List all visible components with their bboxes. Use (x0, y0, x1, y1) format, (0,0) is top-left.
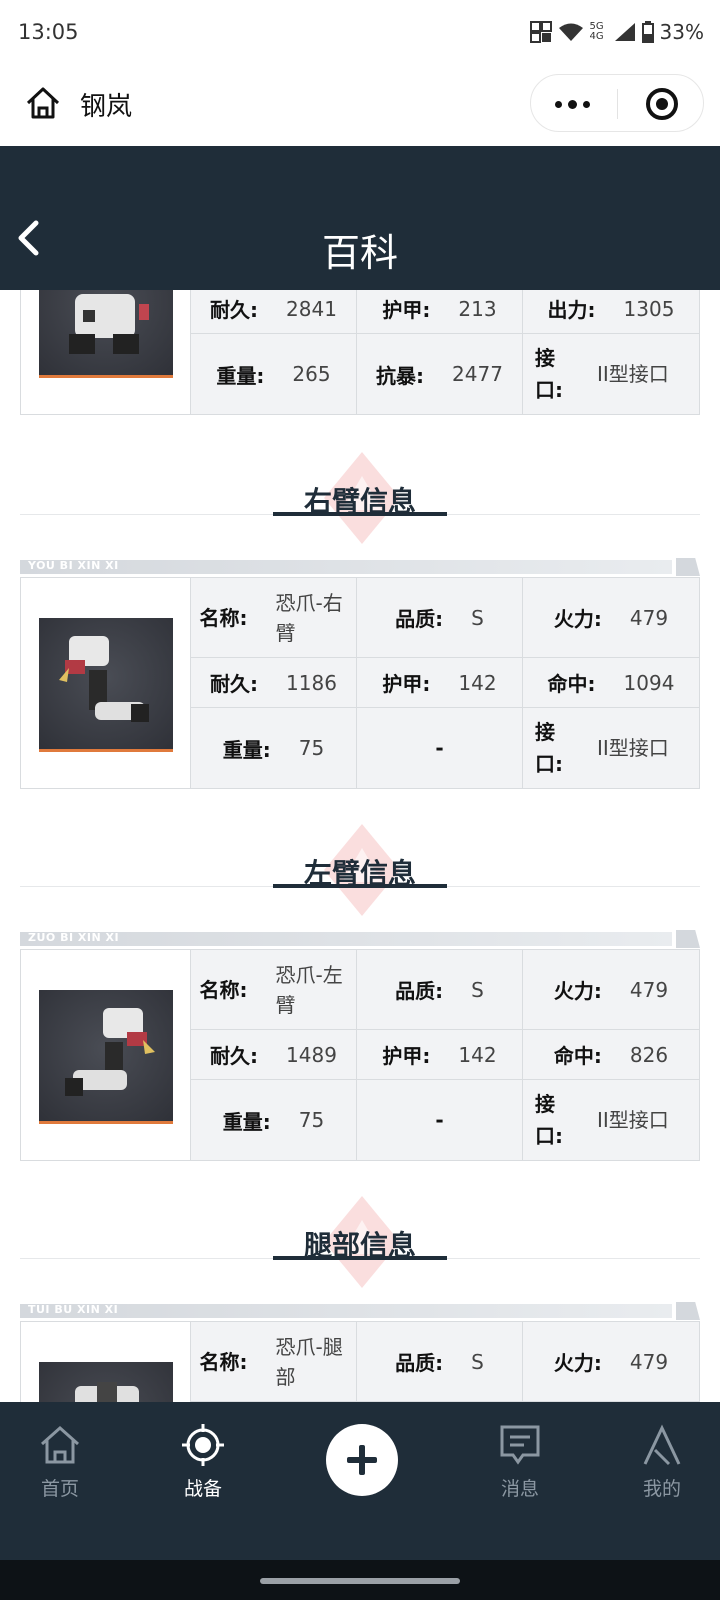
part-image (39, 1362, 173, 1402)
part-image (39, 618, 173, 752)
home-indicator[interactable] (260, 1578, 460, 1584)
more-button[interactable] (531, 75, 617, 133)
signal-icon (614, 23, 635, 41)
nav-profile-label: 我的 (642, 1478, 681, 1500)
stat-empty: - (357, 708, 523, 788)
thumb-cell (21, 290, 191, 414)
stat-quality: 品质: S (357, 1322, 523, 1402)
info-card: 名称: 恐爪-腿部 品质: S 火力: 479 (20, 1321, 700, 1402)
nav-equipment[interactable]: 战备 (143, 1422, 263, 1522)
stat-quality: 品质: S (357, 950, 523, 1030)
thumb-cell (21, 578, 191, 788)
stat-name: 名称: 恐爪-腿部 (191, 1322, 357, 1402)
status-icons: 5G 4G 33% (529, 20, 704, 44)
nav-profile[interactable]: 我的 (602, 1422, 720, 1522)
status-bar: 13:05 5G 4G 33% (0, 0, 720, 68)
battery-icon (641, 21, 654, 43)
profile-icon (643, 1424, 681, 1466)
network-type: 5G 4G (589, 21, 604, 42)
content-scroll[interactable]: 耐久: 2841 护甲: 213 出力: 1305 重量: 265 抗暴: 2477 接口… (0, 290, 720, 1402)
stat-weight: 重量: 75 (191, 1080, 357, 1160)
stats-grid: 名称: 恐爪-右臂 品质: S 火力: 479 耐久: 1186 护甲: 142 命中: 1… (191, 578, 699, 788)
section-header: 右臂信息 (0, 418, 720, 548)
stat-interface: 接口: II型接口 (523, 1080, 699, 1160)
stat-weight: 重量: 75 (191, 708, 357, 788)
info-card: 名称: 恐爪-右臂 品质: S 火力: 479 耐久: 1186 护甲: 142 命中: 1… (20, 577, 700, 789)
legs-section: 腿部信息 TUI BU XIN XI 名称: 恐爪-腿部 品质: S 火力: 479 (0, 1162, 720, 1402)
stat-durability: 耐久: 1489 (191, 1030, 357, 1080)
section-header: 腿部信息 (0, 1162, 720, 1292)
crosshair-icon (182, 1424, 224, 1466)
stat-crit-resist: 抗暴: 2477 (357, 334, 523, 414)
title-underline (273, 512, 447, 516)
stat-name: 名称: 恐爪-左臂 (191, 950, 357, 1030)
section-header: 左臂信息 (0, 790, 720, 920)
nav-home-label: 首页 (40, 1478, 79, 1500)
section-ribbon: YOU BI XIN XI (20, 558, 700, 576)
stats-grid: 耐久: 2841 护甲: 213 出力: 1305 重量: 265 抗暴: 2477 接口… (191, 290, 699, 414)
part-image (39, 290, 173, 378)
right-arm-section: 右臂信息 YOU BI XIN XI 名称: 恐爪-右臂 品质: S 火力: 479 … (0, 418, 720, 790)
info-card: 名称: 恐爪-左臂 品质: S 火力: 479 耐久: 1489 护甲: 142 命中: 8… (20, 949, 700, 1161)
stat-armor: 护甲: 142 (357, 658, 523, 708)
nav-messages-label: 消息 (500, 1478, 539, 1500)
close-miniprogram-button[interactable] (618, 75, 704, 133)
capsule-menu (530, 74, 704, 132)
stat-name: 名称: 恐爪-右臂 (191, 578, 357, 658)
mini-program-header: 钢岚 (0, 68, 720, 146)
mini-program-title: 钢岚 (80, 92, 133, 122)
ribbon-label: ZUO BI XIN XI (28, 931, 120, 944)
wifi-icon (558, 23, 583, 41)
body-section-partial: 耐久: 2841 护甲: 213 出力: 1305 重量: 265 抗暴: 2477 接口… (0, 290, 720, 418)
stat-armor: 护甲: 142 (357, 1030, 523, 1080)
ribbon-label: YOU BI XIN XI (28, 559, 119, 572)
stat-armor: 护甲: 213 (357, 290, 523, 334)
stat-output: 出力: 1305 (523, 290, 699, 334)
stat-accuracy: 命中: 826 (523, 1030, 699, 1080)
stats-grid: 名称: 恐爪-左臂 品质: S 火力: 479 耐久: 1489 护甲: 142 命中: 8… (191, 950, 699, 1160)
thumb-cell (21, 950, 191, 1160)
thumb-cell (21, 1322, 191, 1402)
status-time: 13:05 (18, 20, 79, 44)
stat-empty: - (357, 1080, 523, 1160)
title-underline (273, 884, 447, 888)
home-icon (41, 1425, 79, 1464)
info-card: 耐久: 2841 护甲: 213 出力: 1305 重量: 265 抗暴: 2477 接口… (20, 290, 700, 415)
stat-firepower: 火力: 479 (523, 1322, 699, 1402)
stat-durability: 耐久: 2841 (191, 290, 357, 334)
bottom-nav: 首页 战备 消息 我的 (0, 1402, 720, 1560)
nav-home[interactable]: 首页 (0, 1422, 120, 1522)
stat-durability: 耐久: 1186 (191, 658, 357, 708)
gesture-bar (0, 1560, 720, 1600)
stat-quality: 品质: S (357, 578, 523, 658)
stat-firepower: 火力: 479 (523, 950, 699, 1030)
nfc-icon (529, 21, 552, 43)
nav-equipment-label: 战备 (183, 1478, 222, 1500)
stat-interface: 接口: II型接口 (523, 334, 699, 414)
left-arm-section: 左臂信息 ZUO BI XIN XI 名称: 恐爪-左臂 品质: S 火力: 479 … (0, 790, 720, 1162)
title-underline (273, 1256, 447, 1260)
target-icon (646, 88, 678, 120)
page-title: 百科 (321, 231, 398, 275)
part-image (39, 990, 173, 1124)
ribbon-label: TUI BU XIN XI (28, 1303, 119, 1316)
battery-level: 33% (659, 20, 704, 44)
stat-firepower: 火力: 479 (523, 578, 699, 658)
stats-grid: 名称: 恐爪-腿部 品质: S 火力: 479 (191, 1322, 699, 1402)
message-icon (500, 1425, 540, 1465)
stat-interface: 接口: II型接口 (523, 708, 699, 788)
add-button[interactable] (326, 1424, 398, 1496)
page-header: 百科 (0, 146, 720, 290)
section-ribbon: ZUO BI XIN XI (20, 930, 700, 948)
more-dots-icon (555, 100, 590, 109)
section-ribbon: TUI BU XIN XI (20, 1302, 700, 1320)
home-icon[interactable] (24, 84, 62, 122)
stat-weight: 重量: 265 (191, 334, 357, 414)
nav-messages[interactable]: 消息 (460, 1422, 580, 1522)
stat-accuracy: 命中: 1094 (523, 658, 699, 708)
